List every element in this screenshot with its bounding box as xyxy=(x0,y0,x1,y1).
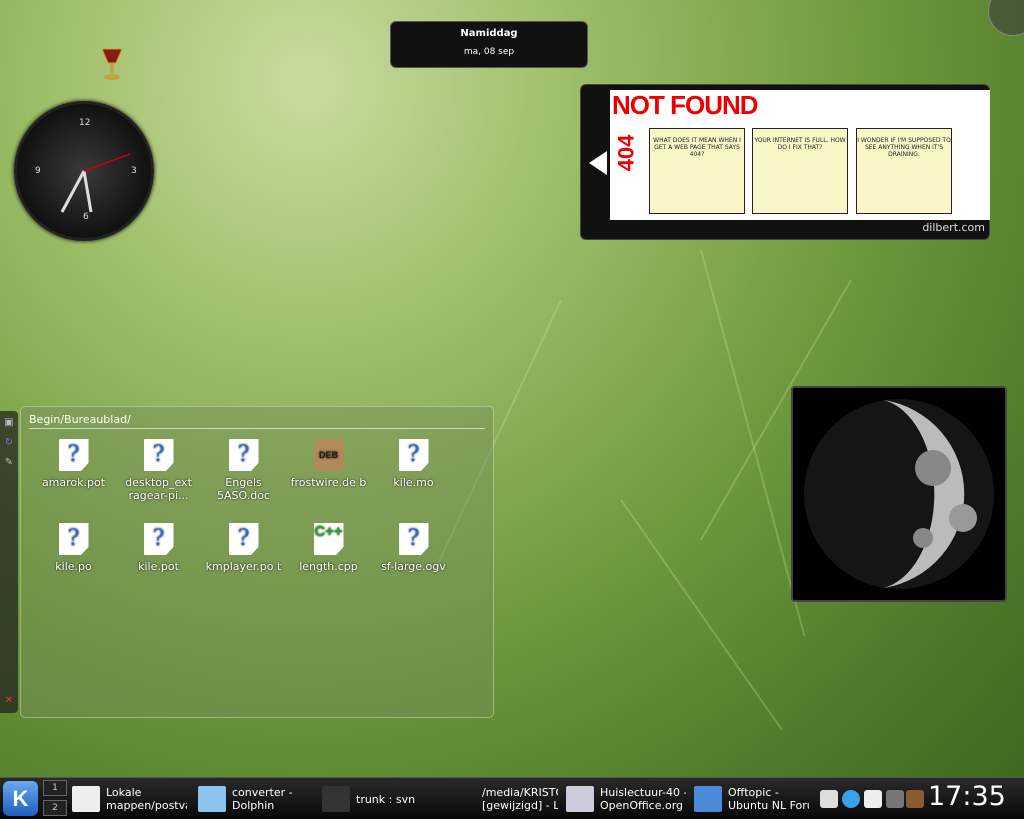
folder-view-toolbar: ▣ ↻ ✎ ✕ xyxy=(0,411,18,713)
editor-icon xyxy=(448,786,476,812)
file-item[interactable]: C++ length.cpp xyxy=(286,523,371,573)
clipboard-icon[interactable] xyxy=(864,790,882,808)
date-widget-title: Namiddag xyxy=(460,28,518,39)
file-item[interactable]: ? kile.po xyxy=(31,523,116,573)
task-label: /media/KRISTOF xyxy=(482,786,558,799)
desktop-toolbox-button[interactable] xyxy=(988,0,1024,36)
resize-icon[interactable]: ▣ xyxy=(3,417,15,429)
file-item[interactable]: ? desktop_ext ragear-pi... xyxy=(116,439,201,502)
task-label: Ubuntu NL Forum xyxy=(728,799,809,812)
file-item[interactable]: ? sf-large.ogv xyxy=(371,523,456,573)
settings-wrench-icon[interactable]: ✎ xyxy=(3,457,15,469)
file-name: amarok.pot xyxy=(41,476,106,489)
comic-strip-widget: NOT FOUND 404 WHAT DOES IT MEAN WHEN I G… xyxy=(580,84,990,240)
comic-header: NOT FOUND xyxy=(612,90,759,120)
wallet-icon[interactable] xyxy=(906,790,924,808)
file-name: kile.pot xyxy=(138,560,179,573)
terminal-icon xyxy=(322,786,350,812)
file-name: sf-large.ogv xyxy=(381,560,446,573)
digital-clock[interactable]: 17:35 xyxy=(928,781,1006,812)
file-item[interactable]: ? Engels 5ASO.doc xyxy=(201,439,286,502)
file-name: desktop_ext ragear-pi... xyxy=(125,476,192,502)
folder-view-widget: Begin/Bureaublad/ ? amarok.pot? desktop_ex… xyxy=(20,406,494,718)
folder-path[interactable]: Begin/Bureaublad/ xyxy=(29,413,485,429)
task-label: trunk : svn xyxy=(356,792,416,806)
file-item[interactable]: ? kmplayer.po t xyxy=(201,523,286,573)
file-name: kmplayer.po t xyxy=(205,560,282,573)
file-name: kile.po xyxy=(55,560,92,573)
task-label: mappen/postva xyxy=(106,799,187,812)
deb-package-icon: DEB xyxy=(313,439,344,471)
task-button[interactable]: trunk : svn xyxy=(322,782,437,816)
file-name: length.cpp xyxy=(299,560,358,573)
mail-icon xyxy=(72,786,100,812)
moon-image xyxy=(804,399,994,589)
task-label: Dolphin xyxy=(232,799,275,812)
date-widget-date: ma, 08 sep xyxy=(463,47,515,57)
close-icon[interactable]: ✕ xyxy=(3,695,15,707)
cup-icon xyxy=(101,48,123,80)
file-name: Engels 5ASO.doc xyxy=(217,476,270,502)
unknown-file-icon: ? xyxy=(398,523,429,555)
task-button[interactable]: Huislectuur-40 -OpenOffice.org Wri xyxy=(566,782,686,816)
comic-panel-1: WHAT DOES IT MEAN WHEN I GET A WEB PAGE … xyxy=(649,128,745,214)
cpp-file-icon: C++ xyxy=(313,523,344,555)
unknown-file-icon: ? xyxy=(228,523,259,555)
clock-hands xyxy=(60,153,131,213)
date-widget: Namiddag ma, 08 sep xyxy=(390,21,588,68)
task-button[interactable]: Lokale mappen/postva xyxy=(72,782,187,816)
desktop-1-button[interactable]: 1 xyxy=(43,780,67,796)
file-item[interactable]: DEB frostwire.de b xyxy=(286,439,371,489)
unknown-file-icon: ? xyxy=(143,523,174,555)
unknown-file-icon: ? xyxy=(228,439,259,471)
moon-phase-widget xyxy=(791,386,1007,602)
unknown-file-icon: ? xyxy=(143,439,174,471)
file-item[interactable]: ? amarok.pot xyxy=(31,439,116,489)
task-label: Lokale xyxy=(106,786,142,799)
task-label: [gewijzigd] - Lo xyxy=(482,799,558,812)
task-button[interactable]: Offtopic -Ubuntu NL Forum xyxy=(694,782,809,816)
comic-panel-2: YOUR INTERNET IS FULL. HOW DO I FIX THAT… xyxy=(752,128,848,214)
file-item[interactable]: ? kile.mo xyxy=(371,439,456,489)
rotate-icon[interactable]: ↻ xyxy=(3,437,15,449)
volume-icon[interactable] xyxy=(820,790,838,808)
dolphin-icon xyxy=(198,786,226,812)
file-name: frostwire.de b xyxy=(290,476,367,489)
device-notifier-icon[interactable] xyxy=(886,790,904,808)
task-button[interactable]: converter - Dolphin xyxy=(198,782,313,816)
comic-source-link[interactable]: dilbert.com xyxy=(922,221,985,234)
file-item[interactable]: ? kile.pot xyxy=(116,523,201,573)
notification-icon[interactable] xyxy=(842,790,860,808)
task-label: Huislectuur-40 - xyxy=(600,786,686,799)
task-label: converter - xyxy=(232,786,293,799)
task-label: OpenOffice.org Wri xyxy=(600,799,686,812)
desktop-2-button[interactable]: 2 xyxy=(43,800,67,816)
analog-clock-widget: 12 3 6 9 xyxy=(14,101,154,241)
comic-code: 404 xyxy=(613,134,639,172)
unknown-file-icon: ? xyxy=(398,439,429,471)
unknown-file-icon: ? xyxy=(58,523,89,555)
comic-panel-3: I WONDER IF I'M SUPPOSED TO SEE ANYTHING… xyxy=(856,128,952,214)
taskbar-panel: K 1 2 Lokale mappen/postva converter - Dolp… xyxy=(0,777,1024,819)
writer-icon xyxy=(566,786,594,812)
previous-comic-arrow-icon[interactable] xyxy=(589,151,607,175)
unknown-file-icon: ? xyxy=(58,439,89,471)
file-name: kile.mo xyxy=(393,476,434,489)
application-launcher-button[interactable]: K xyxy=(3,781,38,816)
browser-icon xyxy=(694,786,722,812)
comic-image: NOT FOUND 404 WHAT DOES IT MEAN WHEN I G… xyxy=(610,90,990,220)
task-label: Offtopic - xyxy=(728,786,779,799)
task-button[interactable]: /media/KRISTOF[gewijzigd] - Lo xyxy=(448,782,558,816)
